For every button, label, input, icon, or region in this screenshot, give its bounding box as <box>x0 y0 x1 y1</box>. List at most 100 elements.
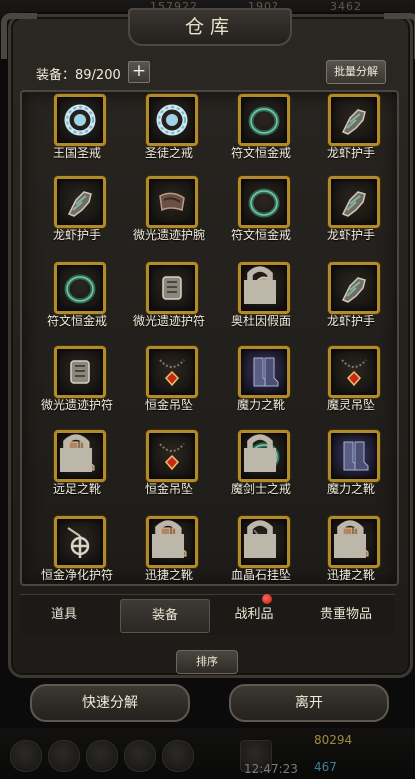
expand-capacity-button[interactable]: + <box>128 61 150 83</box>
item-name: 龙虾护手 <box>52 228 101 242</box>
tab-loot[interactable]: 战利品 <box>210 599 298 631</box>
inventory-item[interactable]: 血晶石挂坠 <box>216 516 306 584</box>
inventory-item[interactable]: 魔力之靴 <box>216 346 306 432</box>
tab-valuables[interactable]: 贵重物品 <box>302 599 390 631</box>
item-slot[interactable] <box>238 176 290 228</box>
item-slot[interactable] <box>54 346 106 398</box>
item-slot[interactable] <box>146 94 198 146</box>
tab-equipment[interactable]: 装备 <box>120 599 210 633</box>
item-slot[interactable] <box>328 430 380 482</box>
lock-icon <box>237 429 276 472</box>
item-name: 符文恒金戒 <box>230 228 291 242</box>
clock-text: 12:47:23 <box>244 762 298 776</box>
item-name: 恒金吊坠 <box>144 398 193 412</box>
item-name: 龙虾护手 <box>326 228 375 242</box>
inventory-item[interactable]: 微光遗迹护符 <box>124 262 214 348</box>
equip-count: 装备：89/200 <box>36 68 121 83</box>
item-name: 微光遗迹护符 <box>132 314 205 328</box>
inventory-item[interactable]: 恒金吊坠 <box>124 430 214 516</box>
item-slot[interactable] <box>54 94 106 146</box>
title-plate: 仓库 <box>128 8 292 46</box>
item-slot[interactable] <box>146 346 198 398</box>
inventory-item[interactable]: 符文恒金戒 <box>216 176 306 262</box>
item-name: 符文恒金戒 <box>46 314 107 328</box>
item-name: 魔灵吊坠 <box>326 398 375 412</box>
gold-amount: 80294 <box>314 733 353 747</box>
item-name: 王国圣戒 <box>52 146 101 160</box>
item-slot[interactable] <box>146 262 198 314</box>
inventory-item[interactable]: 微光遗迹护腕 <box>124 176 214 262</box>
inventory-item[interactable]: 恒金吊坠 <box>124 346 214 432</box>
item-slot[interactable] <box>238 262 290 314</box>
item-grid: 王国圣戒 圣徒之戒 符文恒金戒 龙虾护手 龙虾护手 微光遗迹护腕 符文恒金戒 龙虾护手 符文恒金… <box>20 90 399 586</box>
inventory-item[interactable]: 远足之靴 <box>32 430 122 516</box>
notification-badge <box>262 594 272 604</box>
item-slot[interactable] <box>328 262 380 314</box>
item-slot[interactable] <box>146 516 198 568</box>
inventory-item[interactable]: 魔力之靴 <box>306 430 396 516</box>
hud-skill-icon[interactable] <box>86 740 118 772</box>
item-name: 圣徒之戒 <box>144 146 193 160</box>
inventory-item[interactable]: 微光遗迹护符 <box>32 346 122 432</box>
inventory-toolbar: 装备：89/200 + 批量分解 <box>30 60 386 86</box>
inventory-item[interactable]: 龙虾护手 <box>306 262 396 348</box>
category-tabs: 道具 装备 战利品 贵重物品 <box>20 594 395 635</box>
item-name: 迅捷之靴 <box>326 568 375 582</box>
item-slot[interactable] <box>328 516 380 568</box>
inventory-item[interactable]: 恒金净化护符 <box>32 516 122 584</box>
inventory-item[interactable]: 符文恒金戒 <box>216 94 306 180</box>
item-slot[interactable] <box>146 176 198 228</box>
item-name: 微光遗迹护符 <box>40 398 113 412</box>
item-slot[interactable] <box>238 516 290 568</box>
item-slot[interactable] <box>54 176 106 228</box>
inventory-item[interactable]: 迅捷之靴 <box>306 516 396 584</box>
inventory-item[interactable]: 王国圣戒 <box>32 94 122 180</box>
item-name: 血晶石挂坠 <box>230 568 291 582</box>
leave-button[interactable]: 离开 <box>229 684 389 722</box>
item-name: 奥杜因假面 <box>230 314 291 328</box>
gem-amount: 467 <box>314 760 337 774</box>
item-name: 魔剑士之戒 <box>230 482 291 496</box>
item-name: 迅捷之靴 <box>144 568 193 582</box>
item-name: 远足之靴 <box>52 482 101 496</box>
hud-skill-icon[interactable] <box>10 740 42 772</box>
item-slot[interactable] <box>238 346 290 398</box>
item-slot[interactable] <box>146 430 198 482</box>
inventory-item[interactable]: 龙虾护手 <box>306 176 396 262</box>
hud-skill-icon[interactable] <box>124 740 156 772</box>
batch-decompose-button[interactable]: 批量分解 <box>326 60 386 84</box>
inventory-item[interactable]: 魔灵吊坠 <box>306 346 396 432</box>
item-name: 魔力之靴 <box>236 398 285 412</box>
bg-number: 3462 <box>330 0 362 13</box>
item-slot[interactable] <box>328 176 380 228</box>
hud-skill-icon[interactable] <box>48 740 80 772</box>
inventory-item[interactable]: 龙虾护手 <box>306 94 396 180</box>
sort-button[interactable]: 排序 <box>176 650 238 674</box>
item-slot[interactable] <box>54 516 106 568</box>
item-name: 符文恒金戒 <box>230 146 291 160</box>
item-name: 微光遗迹护腕 <box>132 228 205 242</box>
lock-icon <box>53 429 92 472</box>
inventory-item[interactable]: 迅捷之靴 <box>124 516 214 584</box>
item-name: 恒金净化护符 <box>40 568 113 582</box>
item-slot[interactable] <box>328 346 380 398</box>
item-name: 魔力之靴 <box>326 482 375 496</box>
inventory-item[interactable]: 圣徒之戒 <box>124 94 214 180</box>
hud-skill-icon[interactable] <box>162 740 194 772</box>
inventory-item[interactable]: 魔剑士之戒 <box>216 430 306 516</box>
lock-icon <box>145 515 184 558</box>
page-title: 仓库 <box>184 16 235 38</box>
inventory-item[interactable]: 龙虾护手 <box>32 176 122 262</box>
item-slot[interactable] <box>238 94 290 146</box>
inventory-item[interactable]: 符文恒金戒 <box>32 262 122 348</box>
item-slot[interactable] <box>238 430 290 482</box>
tab-items[interactable]: 道具 <box>20 599 108 631</box>
inventory-item[interactable]: 奥杜因假面 <box>216 262 306 348</box>
item-slot[interactable] <box>54 430 106 482</box>
item-name: 龙虾护手 <box>326 314 375 328</box>
quick-decompose-button[interactable]: 快速分解 <box>30 684 190 722</box>
item-slot[interactable] <box>328 94 380 146</box>
item-name: 龙虾护手 <box>326 146 375 160</box>
item-name: 恒金吊坠 <box>144 482 193 496</box>
item-slot[interactable] <box>54 262 106 314</box>
